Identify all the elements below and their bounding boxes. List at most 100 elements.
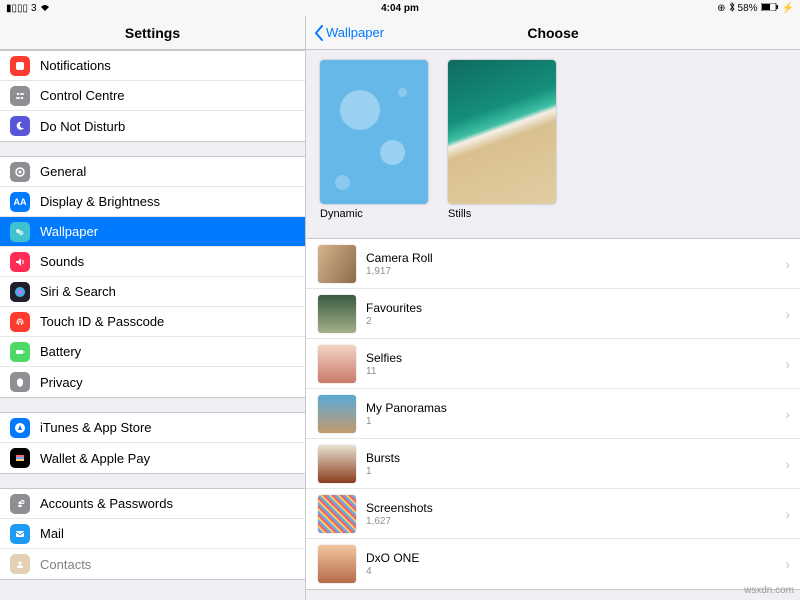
album-name: Camera Roll [366,251,433,265]
album-row[interactable]: DxO ONE4 › [306,539,800,589]
sidebar-item-mail[interactable]: Mail [0,519,305,549]
sidebar-item-label: Control Centre [40,88,125,103]
accounts-icon [10,494,30,514]
album-count: 1 [366,466,400,477]
wallpaper-category-stills[interactable]: Stills [448,60,556,220]
general-icon [10,162,30,182]
status-bar: ▮▯▯▯ 3 4:04 pm ⊕ 58% ⚡ [0,0,800,16]
sidebar-item-wallpaper[interactable]: Wallpaper [0,217,305,247]
album-row[interactable]: Bursts1 › [306,439,800,489]
chevron-right-icon: › [785,506,790,522]
sidebar-item-dnd[interactable]: Do Not Disturb [0,111,305,141]
battery-percent: 58% [738,3,758,14]
sidebar-item-label: General [40,164,86,179]
touchid-icon [10,312,30,332]
carrier-label: 3 [31,3,37,14]
detail-header: Wallpaper Choose [306,16,800,50]
privacy-icon [10,372,30,392]
album-name: My Panoramas [366,401,447,415]
back-button[interactable]: Wallpaper [314,25,384,41]
sidebar-item-label: iTunes & App Store [40,420,152,435]
album-thumb [318,495,356,533]
chevron-right-icon: › [785,556,790,572]
sidebar-item-general[interactable]: General [0,157,305,187]
bluetooth-icon [729,2,735,15]
sidebar-item-sounds[interactable]: Sounds [0,247,305,277]
album-row[interactable]: Selfies11 › [306,339,800,389]
sidebar-item-label: Privacy [40,375,83,390]
album-name: Favourites [366,301,422,315]
album-thumb [318,445,356,483]
control-icon [10,86,30,106]
sidebar-item-label: Notifications [40,58,111,73]
siri-icon [10,282,30,302]
sidebar-item-appstore[interactable]: iTunes & App Store [0,413,305,443]
dnd-icon [10,116,30,136]
sidebar-title: Settings [0,16,305,50]
chevron-right-icon: › [785,306,790,322]
album-count: 11 [366,366,402,377]
sidebar-item-label: Mail [40,526,64,541]
settings-sidebar: Settings Notifications Control Centre Do N… [0,16,306,600]
album-row[interactable]: Favourites2 › [306,289,800,339]
sidebar-item-privacy[interactable]: Privacy [0,367,305,397]
sidebar-item-control[interactable]: Control Centre [0,81,305,111]
contacts-icon [10,554,30,574]
sidebar-item-label: Wallet & Apple Pay [40,451,150,466]
sidebar-item-display[interactable]: AADisplay & Brightness [0,187,305,217]
sidebar-item-label: Contacts [40,557,91,572]
sidebar-item-label: Battery [40,344,81,359]
chevron-right-icon: › [785,456,790,472]
wallet-icon [10,448,30,468]
wallpaper-category-dynamic[interactable]: Dynamic [320,60,428,220]
album-thumb [318,245,356,283]
watermark: wsxdn.com [744,585,794,596]
album-name: Screenshots [366,501,433,515]
sidebar-item-battery[interactable]: Battery [0,337,305,367]
detail-pane: Wallpaper Choose Dynamic Stills Camera Ro… [306,16,800,600]
album-thumb [318,545,356,583]
album-count: 1 [366,416,447,427]
back-label: Wallpaper [326,25,384,40]
sidebar-item-label: Siri & Search [40,284,116,299]
charging-icon: ⚡ [782,3,794,14]
sidebar-item-touchid[interactable]: Touch ID & Passcode [0,307,305,337]
sidebar-item-notifications[interactable]: Notifications [0,51,305,81]
chevron-right-icon: › [785,256,790,272]
battery-icon [761,3,779,14]
detail-title: Choose [527,25,578,41]
sidebar-item-label: Touch ID & Passcode [40,314,164,329]
album-thumb [318,395,356,433]
sidebar-item-siri[interactable]: Siri & Search [0,277,305,307]
wallpaper-thumb [320,60,428,204]
sidebar-item-wallet[interactable]: Wallet & Apple Pay [0,443,305,473]
sidebar-item-contacts[interactable]: Contacts [0,549,305,579]
album-count: 2 [366,316,422,327]
sidebar-item-label: Sounds [40,254,84,269]
wallpaper-label: Stills [448,208,556,220]
mail-icon [10,524,30,544]
album-row[interactable]: My Panoramas1 › [306,389,800,439]
wallpaper-icon [10,222,30,242]
album-name: Selfies [366,351,402,365]
sidebar-item-accounts[interactable]: Accounts & Passwords [0,489,305,519]
album-name: Bursts [366,451,400,465]
album-row[interactable]: Camera Roll1,917 › [306,239,800,289]
album-count: 1,917 [366,266,433,277]
album-name: DxO ONE [366,551,419,565]
album-count: 1,627 [366,516,433,527]
wifi-icon [40,3,50,14]
chevron-right-icon: › [785,356,790,372]
sounds-icon [10,252,30,272]
chevron-right-icon: › [785,406,790,422]
sidebar-item-label: Do Not Disturb [40,119,125,134]
album-thumb [318,345,356,383]
album-count: 4 [366,566,419,577]
album-thumb [318,295,356,333]
orientation-lock-icon: ⊕ [717,3,725,14]
sidebar-item-label: Display & Brightness [40,194,160,209]
appstore-icon [10,418,30,438]
signal-icon: ▮▯▯▯ [6,3,28,14]
album-row[interactable]: Screenshots1,627 › [306,489,800,539]
sidebar-item-label: Wallpaper [40,224,98,239]
